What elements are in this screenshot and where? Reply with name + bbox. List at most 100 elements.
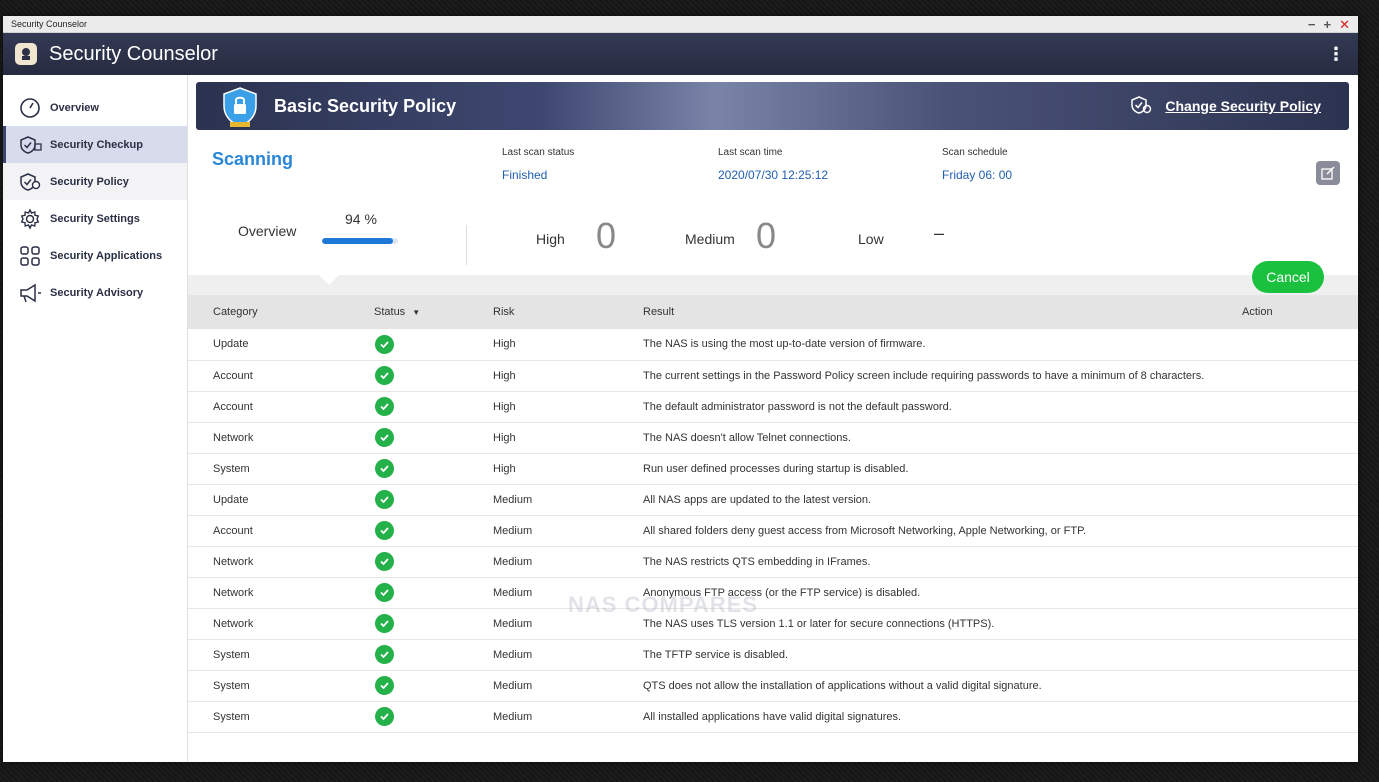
sidebar-item-overview[interactable]: Overview [3,89,187,126]
status-ok-icon [375,552,394,571]
cell-category: System [213,710,250,723]
sidebar-item-security-advisory[interactable]: Security Advisory [3,274,187,311]
column-header-risk[interactable]: Risk [493,295,643,329]
gauge-icon [17,96,43,120]
table-row[interactable]: Account High The default administrator pas… [188,391,1358,422]
last-scan-time: Last scan time 2020/07/30 12:25:12 [718,147,828,182]
sidebar-item-security-applications[interactable]: Security Applications [3,237,187,274]
cell-risk: Medium [493,524,533,537]
column-header-category[interactable]: Category [188,295,374,329]
table-row[interactable]: System High Run user defined processes dur… [188,453,1358,484]
cancel-scan-button[interactable]: Cancel [1252,261,1324,293]
cell-risk: High [493,400,516,413]
change-policy-link[interactable]: Change Security Policy [1129,95,1321,117]
column-header-status[interactable]: Status ▼ [374,295,493,329]
shield-gear-icon [1131,96,1152,114]
scan-progress-bar [322,238,398,244]
table-row[interactable]: Network Medium The NAS restricts QTS embed… [188,546,1358,577]
app-title: Security Counselor [49,42,218,65]
table-row[interactable]: Account Medium All shared folders deny gue… [188,515,1358,546]
cell-status [374,360,493,391]
cell-status [374,608,493,639]
gear-icon [17,207,43,231]
sidebar-item-security-settings[interactable]: Security Settings [3,200,187,237]
summary-separator [188,275,1358,295]
sidebar-item-security-policy[interactable]: Security Policy [3,163,187,200]
cell-risk: High [493,338,516,351]
cell-category: System [213,679,250,692]
minimize-icon[interactable]: − [1308,18,1316,31]
scan-state: Scanning [212,149,294,169]
cell-category: Network [213,431,254,444]
os-window-title: Security Counselor [11,19,88,29]
edit-schedule-button[interactable] [1316,161,1340,185]
status-ok-icon [375,521,394,540]
table-body: Update High The NAS is using the most up-t… [188,329,1358,762]
cell-status [374,701,493,732]
cell-status [374,484,493,515]
cell-status [374,732,493,762]
change-policy-label: Change Security Policy [1165,98,1321,114]
cell-action [1242,701,1358,732]
cell-risk: Medium [493,710,533,723]
edit-icon [1321,166,1335,180]
cell-category: Account [213,400,253,413]
more-menu-icon[interactable]: ⋮ [1326,44,1346,65]
table-row[interactable]: System Medium The TFTP service is disabled… [188,639,1358,670]
cell-result: The NAS doesn't allow Telnet connections… [643,431,851,444]
scan-progress-fill [322,238,394,244]
low-risk-label: Low [858,231,884,247]
table-row[interactable]: Network High The NAS doesn't allow Telnet … [188,422,1358,453]
close-icon[interactable]: ✕ [1339,18,1350,31]
scan-schedule-label: Scan schedule [942,147,1008,158]
cell-action [1242,732,1358,762]
cell-risk: High [493,431,516,444]
status-ok-icon [375,614,394,633]
app-header: Security Counselor ⋮ [3,33,1358,75]
cell-action [1242,639,1358,670]
cell-status [374,329,493,360]
cell-status [374,670,493,701]
column-header-result[interactable]: Result [643,295,1242,329]
cell-action [1242,484,1358,515]
cell-action [1242,546,1358,577]
last-scan-time-label: Last scan time [718,147,783,158]
shield-lock-icon [220,86,260,130]
cell-risk: Medium [493,679,533,692]
status-ok-icon [375,428,394,447]
table-row[interactable]: Network Medium The NAS uses TLS version 1.… [188,608,1358,639]
table-row[interactable]: Account High The current settings in the P… [188,360,1358,391]
cell-risk: Medium [493,493,533,506]
scan-schedule-value: Friday 06: 00 [942,168,1013,182]
cell-status [374,577,493,608]
last-scan-time-value: 2020/07/30 12:25:12 [718,168,829,182]
status-header-label: Status [374,306,406,318]
main-panel: Basic Security Policy Change Security Po… [188,75,1358,762]
table-row[interactable]: Update Medium All NAS apps are updated to … [188,484,1358,515]
table-row[interactable]: Network Medium Anonymous FTP access (or th… [188,577,1358,608]
cell-action [1242,453,1358,484]
cell-category: System [213,648,250,661]
scan-summary: Overview 94 % High 0 Medium 0 Low – [188,195,1358,287]
sidebar: Overview Security Checkup Security Polic… [3,75,188,762]
progress-percent: 94 % [345,211,377,227]
maximize-icon[interactable]: + [1324,18,1332,31]
cell-category: Update [213,338,249,351]
last-scan-status-value: Finished [502,168,548,182]
sidebar-item-security-checkup[interactable]: Security Checkup [3,126,187,163]
cell-action [1242,608,1358,639]
table-row[interactable] [188,732,1358,762]
cell-status [374,391,493,422]
table-row[interactable]: Update High The NAS is using the most up-t… [188,329,1358,360]
cell-result: The NAS uses TLS version 1.1 or later fo… [643,617,995,630]
table-row[interactable]: System Medium QTS does not allow the insta… [188,670,1358,701]
column-header-action[interactable]: Action [1242,295,1358,329]
cell-status [374,546,493,577]
cell-risk: High [493,462,516,475]
high-risk-label: High [536,231,565,247]
body-area: Overview Security Checkup Security Polic… [3,75,1358,762]
cell-result: QTS does not allow the installation of a… [643,679,1042,692]
medium-risk-count: 0 [756,215,777,256]
megaphone-icon [17,281,43,305]
table-row[interactable]: System Medium All installed applications h… [188,701,1358,732]
